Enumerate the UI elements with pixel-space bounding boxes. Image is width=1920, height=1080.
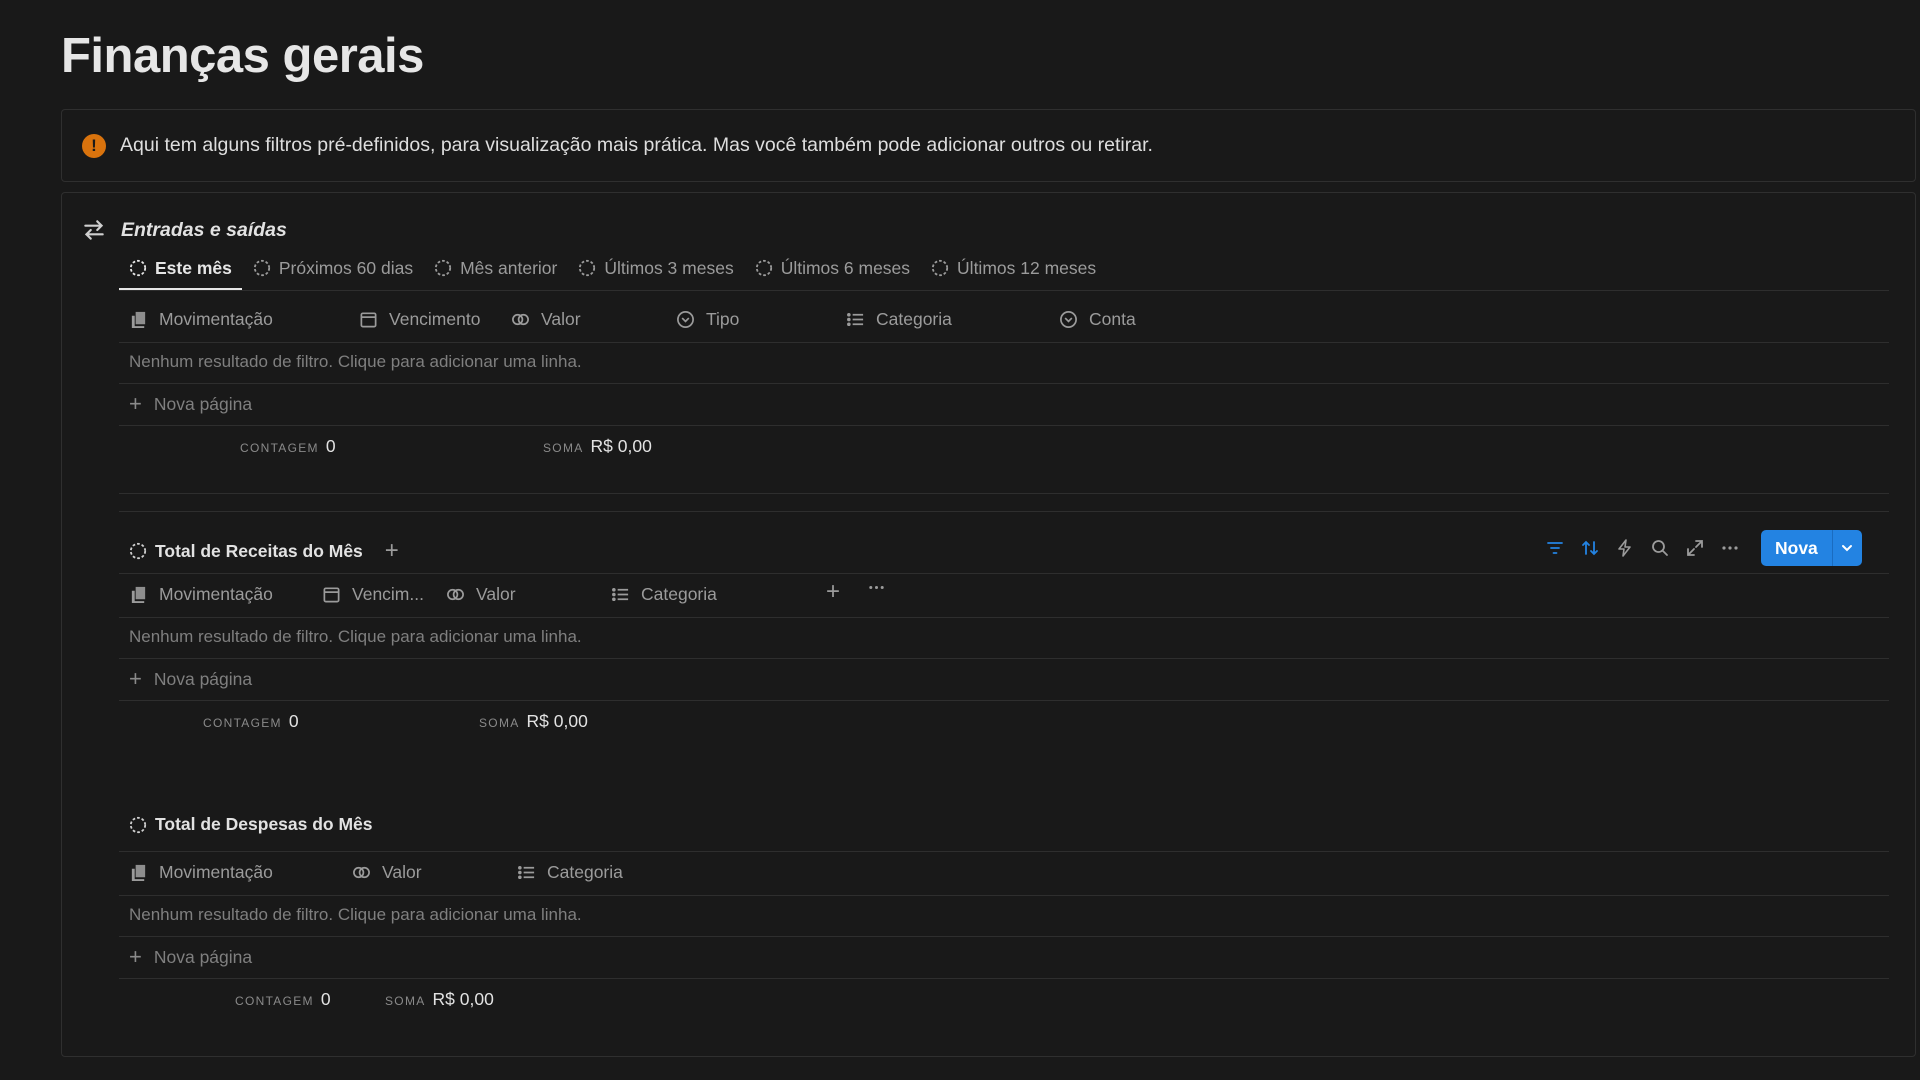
column-header-categoria[interactable]: Categoria (611, 584, 717, 605)
column-header-conta[interactable]: Conta (1059, 309, 1136, 330)
empty-filter-message[interactable]: Nenhum resultado de filtro. Clique para … (129, 627, 582, 647)
tab-label: Mês anterior (460, 257, 558, 278)
dashed-circle-icon (253, 259, 270, 277)
tab-proximos-60-dias[interactable]: Próximos 60 dias (243, 247, 423, 289)
tab-label: Últimos 12 meses (957, 257, 1097, 278)
column-header-valor[interactable]: Valor (352, 862, 422, 883)
sum-aggregation[interactable]: SOMA R$ 0,00 (543, 436, 652, 457)
dashed-circle-icon (129, 542, 147, 560)
new-page-button[interactable]: + Nova página (129, 944, 252, 970)
column-header-valor[interactable]: Valor (511, 309, 581, 330)
add-view-button[interactable]: + (385, 537, 399, 565)
empty-filter-message[interactable]: Nenhum resultado de filtro. Clique para … (129, 905, 582, 925)
sum-aggregation[interactable]: SOMA R$ 0,00 (385, 989, 494, 1010)
view-tabs: Este mês Próximos 60 dias Mês anterior Ú… (119, 247, 1889, 290)
header-divider (119, 617, 1889, 618)
tab-ultimos-12-meses[interactable]: Últimos 12 meses (921, 247, 1106, 289)
chevron-down-icon[interactable] (1831, 530, 1862, 566)
plus-icon: + (129, 666, 142, 691)
row-divider (119, 700, 1889, 701)
list-icon (612, 587, 629, 602)
new-page-button[interactable]: + Nova página (129, 391, 252, 417)
tab-este-mes[interactable]: Este mês (119, 247, 242, 290)
select-icon (677, 311, 694, 328)
receitas-view-title[interactable]: Total de Receitas do Mês + (129, 537, 399, 565)
search-icon[interactable] (1650, 538, 1670, 558)
page-stack-icon (131, 311, 146, 329)
plus-icon: + (129, 944, 142, 969)
tab-ultimos-3-meses[interactable]: Últimos 3 meses (568, 247, 743, 289)
section-divider (119, 511, 1889, 512)
column-header-vencimento[interactable]: Vencim... (322, 584, 424, 605)
sum-aggregation[interactable]: SOMA R$ 0,00 (479, 711, 588, 732)
count-aggregation[interactable]: CONTAGEM 0 (240, 436, 336, 457)
lightning-icon[interactable] (1615, 538, 1635, 558)
column-header-movimentacao[interactable]: Movimentação (129, 309, 273, 330)
column-header-tipo[interactable]: Tipo (676, 309, 739, 330)
count-aggregation[interactable]: CONTAGEM 0 (203, 711, 299, 732)
tab-label: Este mês (155, 257, 232, 278)
database-title[interactable]: Entradas e saídas (81, 217, 287, 243)
new-entry-button[interactable]: Nova (1761, 530, 1832, 566)
callout-text: Aqui tem alguns filtros pré-definidos, p… (120, 134, 1153, 156)
dashed-circle-icon (755, 259, 772, 277)
row-divider (119, 383, 1889, 384)
dashed-circle-icon (434, 259, 452, 277)
page-stack-icon (131, 586, 146, 604)
column-header-vencimento[interactable]: Vencimento (359, 309, 480, 330)
header-divider (119, 895, 1889, 896)
row-divider (119, 936, 1889, 937)
dashed-circle-icon (129, 259, 147, 277)
tab-label: Últimos 3 meses (604, 257, 734, 278)
dashed-circle-icon (579, 259, 596, 277)
add-property-button[interactable]: + (826, 578, 840, 606)
plus-icon: + (129, 391, 142, 416)
database-title-text: Entradas e saídas (121, 218, 287, 241)
select-icon (1060, 311, 1077, 328)
info-callout: ! Aqui tem alguns filtros pré-definidos,… (61, 109, 1916, 182)
tab-ultimos-6-meses[interactable]: Últimos 6 meses (745, 247, 920, 289)
section-divider (119, 493, 1889, 494)
page-stack-icon (131, 864, 146, 882)
more-options-icon[interactable] (1720, 538, 1740, 558)
row-divider (119, 573, 1889, 574)
row-divider (119, 658, 1889, 659)
new-page-button[interactable]: + Nova página (129, 666, 252, 692)
calendar-icon (323, 587, 340, 603)
column-header-movimentacao[interactable]: Movimentação (129, 584, 273, 605)
expand-icon[interactable] (1685, 538, 1705, 558)
view-toolbar: Nova (1545, 530, 1862, 566)
linked-database-container: Entradas e saídas Este mês Próximos 60 d… (61, 192, 1916, 1057)
column-header-movimentacao[interactable]: Movimentação (129, 862, 273, 883)
sort-icon[interactable] (1580, 538, 1600, 558)
row-divider (119, 851, 1889, 852)
empty-filter-message[interactable]: Nenhum resultado de filtro. Clique para … (129, 352, 582, 372)
despesas-view-title[interactable]: Total de Despesas do Mês (129, 814, 373, 835)
list-icon (847, 312, 864, 327)
column-header-categoria[interactable]: Categoria (846, 309, 952, 330)
column-header-valor[interactable]: Valor (446, 584, 516, 605)
tabs-divider (119, 290, 1889, 291)
tab-mes-anterior[interactable]: Mês anterior (424, 247, 567, 289)
new-entry-button-group: Nova (1761, 530, 1862, 566)
filter-icon[interactable] (1545, 538, 1565, 558)
calendar-icon (360, 312, 377, 328)
dashed-circle-icon (129, 816, 147, 833)
page-title: Finanças gerais (61, 29, 424, 83)
row-divider (119, 425, 1889, 426)
formula-icon (447, 588, 464, 601)
list-icon (518, 865, 535, 880)
more-options-icon[interactable] (867, 578, 886, 597)
tab-label: Próximos 60 dias (278, 257, 414, 278)
header-divider (119, 342, 1889, 343)
dashed-circle-icon (931, 259, 949, 277)
tab-label: Últimos 6 meses (780, 257, 911, 278)
arrows-swap-icon (84, 220, 104, 240)
exclamation-icon: ! (82, 133, 106, 158)
count-aggregation[interactable]: CONTAGEM 0 (235, 989, 331, 1010)
row-divider (119, 978, 1889, 979)
formula-icon (512, 313, 529, 326)
formula-icon (353, 866, 370, 879)
column-header-categoria[interactable]: Categoria (517, 862, 623, 883)
